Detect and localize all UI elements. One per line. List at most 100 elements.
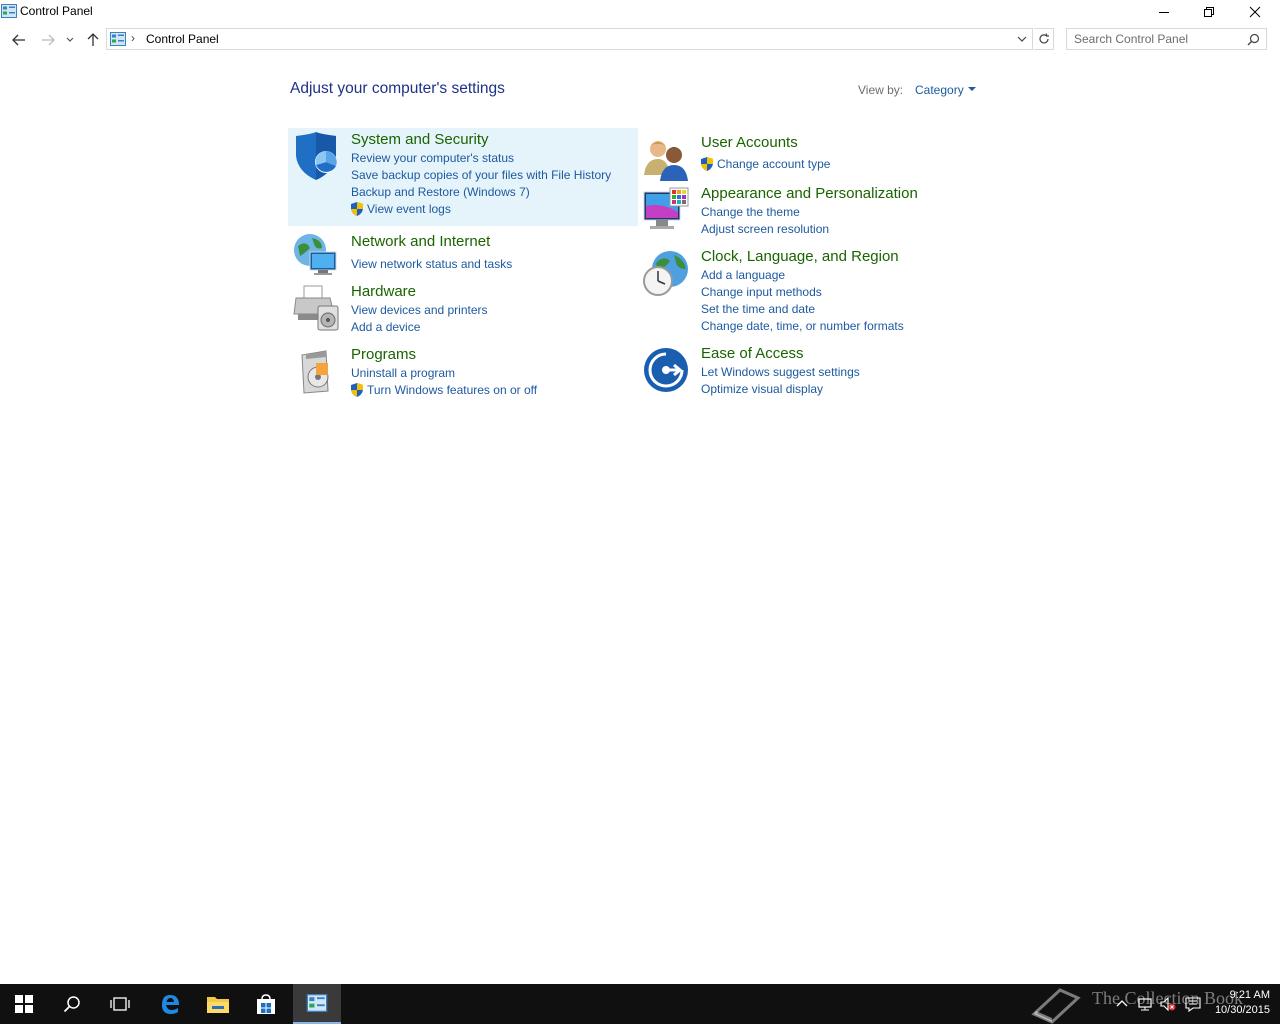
clock-time: 9:21 AM — [1229, 989, 1270, 1001]
restore-button[interactable] — [1186, 0, 1232, 24]
store-bag-icon — [257, 994, 275, 1014]
monitor-palette-icon — [643, 187, 689, 229]
clock-date: 10/30/2015 — [1214, 1004, 1270, 1016]
clock-globe-icon — [643, 251, 688, 296]
store-taskbar-button[interactable] — [242, 984, 290, 1024]
chevron-down-icon — [66, 37, 74, 42]
folder-icon — [207, 997, 229, 1013]
users-icon — [644, 141, 688, 181]
chevron-up-icon[interactable] — [1114, 996, 1130, 1012]
refresh-icon — [1038, 33, 1049, 44]
search-box[interactable] — [1066, 28, 1267, 50]
link-add-language[interactable]: Add a language — [701, 268, 785, 282]
chevron-right-icon[interactable]: › — [131, 31, 135, 45]
uac-shield-icon — [351, 202, 363, 216]
address-bar[interactable]: › Control Panel — [106, 28, 1033, 50]
minimize-button[interactable] — [1141, 0, 1187, 24]
uac-shield-icon — [351, 383, 363, 397]
arrow-left-icon — [12, 34, 25, 46]
link-file-history[interactable]: Save backup copies of your files with Fi… — [351, 168, 611, 182]
category-title-network[interactable]: Network and Internet — [351, 233, 490, 250]
caret-down-icon[interactable] — [968, 87, 976, 91]
category-clock[interactable]: Clock, Language, and Region Add a langua… — [638, 245, 988, 335]
ease-of-access-icon — [644, 348, 688, 392]
category-title-system-security[interactable]: System and Security — [351, 131, 489, 148]
link-add-device[interactable]: Add a device — [351, 320, 420, 334]
category-network[interactable]: Network and Internet View network status… — [288, 228, 638, 278]
category-hardware[interactable]: Hardware View devices and printers Add a… — [288, 280, 638, 336]
network-globe-icon — [294, 234, 337, 275]
category-title-user-accounts[interactable]: User Accounts — [701, 134, 798, 151]
refresh-button[interactable] — [1034, 28, 1054, 50]
link-review-status[interactable]: Review your computer's status — [351, 151, 514, 165]
close-icon — [1249, 6, 1261, 18]
close-button[interactable] — [1232, 0, 1278, 24]
control-panel-icon — [110, 32, 126, 46]
search-icon — [63, 996, 80, 1013]
link-time-date[interactable]: Set the time and date — [701, 302, 815, 316]
link-change-account-type[interactable]: Change account type — [717, 157, 830, 171]
network-icon[interactable] — [1137, 996, 1153, 1012]
control-panel-icon — [306, 994, 328, 1012]
search-taskbar-button[interactable] — [48, 984, 96, 1024]
link-network-status[interactable]: View network status and tasks — [351, 257, 512, 271]
control-panel-taskbar-button[interactable] — [293, 984, 341, 1024]
taskbar: The Collection Book 9:21 AM 10/30/2015 — [0, 984, 1280, 1024]
link-view-event-logs[interactable]: View event logs — [367, 202, 451, 216]
minimize-icon — [1159, 12, 1169, 13]
edge-browser-icon — [162, 995, 179, 1014]
category-ease-of-access[interactable]: Ease of Access Let Windows suggest setti… — [638, 342, 988, 402]
up-button[interactable] — [83, 30, 103, 50]
category-title-hardware[interactable]: Hardware — [351, 283, 416, 300]
link-windows-features[interactable]: Turn Windows features on or off — [367, 383, 537, 397]
chevron-down-icon[interactable] — [1016, 33, 1028, 45]
programs-icon — [301, 350, 329, 394]
window-title: Control Panel — [20, 4, 93, 18]
start-button[interactable] — [0, 984, 48, 1024]
category-system-security[interactable]: System and Security Review your computer… — [288, 128, 638, 226]
category-user-accounts[interactable]: User Accounts Change account type — [638, 131, 988, 181]
windows-logo-icon — [15, 995, 33, 1013]
category-title-appearance[interactable]: Appearance and Personalization — [701, 185, 918, 202]
task-view-button[interactable] — [96, 984, 144, 1024]
recent-locations-button[interactable] — [62, 30, 78, 50]
title-bar: Control Panel — [0, 0, 1280, 24]
printer-icon — [293, 285, 339, 331]
category-programs[interactable]: Programs Uninstall a program Turn Window… — [288, 343, 638, 403]
task-view-icon — [110, 997, 130, 1011]
category-title-ease-of-access[interactable]: Ease of Access — [701, 345, 804, 362]
link-uninstall-program[interactable]: Uninstall a program — [351, 366, 455, 380]
control-panel-icon — [1, 4, 17, 18]
link-optimize-display[interactable]: Optimize visual display — [701, 382, 823, 396]
link-change-theme[interactable]: Change the theme — [701, 205, 800, 219]
arrow-right-icon — [42, 34, 55, 46]
breadcrumb-control-panel[interactable]: Control Panel — [146, 32, 219, 46]
search-input[interactable] — [1074, 30, 1244, 48]
navigation-bar: › Control Panel — [0, 26, 1280, 54]
uac-shield-icon — [701, 157, 713, 171]
file-explorer-taskbar-button[interactable] — [194, 984, 242, 1024]
link-suggest-settings[interactable]: Let Windows suggest settings — [701, 365, 860, 379]
restore-icon — [1204, 7, 1214, 17]
arrow-up-icon — [87, 33, 99, 46]
clock-display[interactable]: 9:21 AM 10/30/2015 — [1215, 988, 1270, 1018]
link-input-methods[interactable]: Change input methods — [701, 285, 822, 299]
category-appearance[interactable]: Appearance and Personalization Change th… — [638, 182, 988, 238]
page-title: Adjust your computer's settings — [290, 80, 505, 97]
forward-button[interactable] — [38, 30, 58, 50]
edge-taskbar-button[interactable] — [146, 984, 194, 1024]
category-title-programs[interactable]: Programs — [351, 346, 416, 363]
book-watermark-logo — [1031, 988, 1081, 1024]
view-by-dropdown[interactable]: Category — [915, 83, 964, 97]
link-date-formats[interactable]: Change date, time, or number formats — [701, 319, 904, 333]
link-devices-printers[interactable]: View devices and printers — [351, 303, 488, 317]
action-center-icon[interactable] — [1185, 996, 1201, 1012]
view-by-label: View by: — [858, 83, 904, 97]
back-button[interactable] — [9, 30, 29, 50]
link-screen-resolution[interactable]: Adjust screen resolution — [701, 222, 829, 236]
search-icon[interactable] — [1247, 33, 1260, 46]
shield-icon — [296, 132, 337, 180]
category-title-clock[interactable]: Clock, Language, and Region — [701, 248, 899, 265]
link-backup-restore[interactable]: Backup and Restore (Windows 7) — [351, 185, 530, 199]
volume-muted-icon[interactable] — [1160, 996, 1176, 1012]
